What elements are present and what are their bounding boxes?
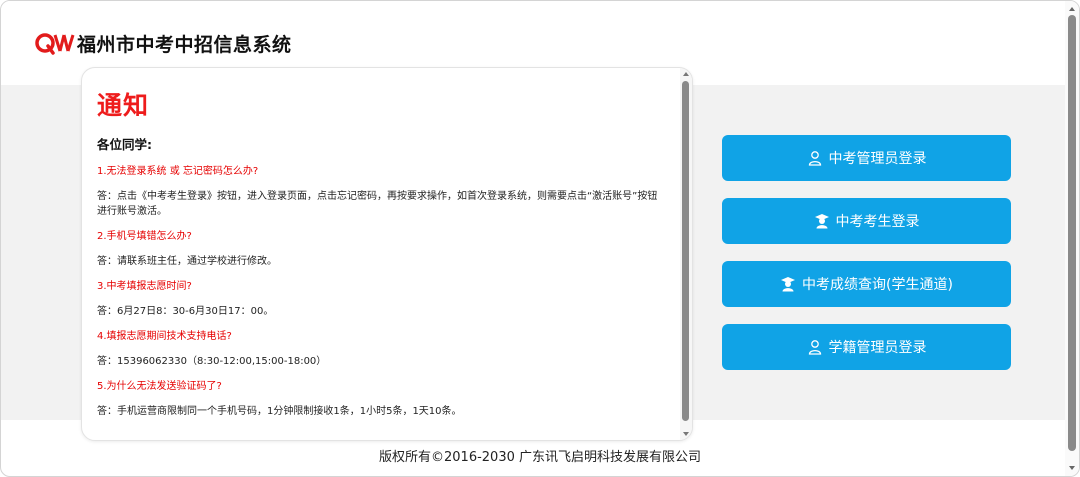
faq-question: 4.填报志愿期间技术支持电话? xyxy=(97,331,232,342)
faq-answer: 答：6月27日8：30-6月30日17：00。 xyxy=(97,306,274,317)
graduate-icon xyxy=(781,277,796,292)
faq-question: 1.无法登录系统 或 忘记密码怎么办? xyxy=(97,166,259,177)
notice-greeting: 各位同学: xyxy=(97,137,152,152)
scroll-up-arrow-icon[interactable] xyxy=(683,72,689,76)
scroll-down-arrow-icon[interactable] xyxy=(683,432,689,436)
faq-answer: 答：手机运营商限制同一个手机号码，1分钟限制接收1条，1小时5条，1天10条。 xyxy=(97,406,462,417)
admin-login-label: 中考管理员登录 xyxy=(828,151,927,167)
scroll-down-arrow-icon[interactable] xyxy=(1069,466,1075,470)
page-scrollbar[interactable] xyxy=(1065,1,1079,476)
score-query-button[interactable]: 中考成绩查询(学生通道) xyxy=(722,261,1011,307)
faq-question: 3.中考填报志愿时间? xyxy=(97,281,192,292)
graduate-icon xyxy=(814,214,829,229)
student-login-label: 中考考生登录 xyxy=(835,214,920,230)
registry-admin-login-button[interactable]: 学籍管理员登录 xyxy=(722,324,1011,370)
site-title: 福州市中考中招信息系统 xyxy=(77,34,292,56)
notice-content: 通知 各位同学: 1.无法登录系统 或 忘记密码怎么办? 答：点击《中考考生登录… xyxy=(97,86,667,419)
faq-question: 2.手机号填错怎么办? xyxy=(97,231,192,242)
brand-logo-icon xyxy=(35,33,75,55)
notice-panel[interactable]: 通知 各位同学: 1.无法登录系统 或 忘记密码怎么办? 答：点击《中考考生登录… xyxy=(81,67,693,441)
faq-question: 5.为什么无法发送验证码了? xyxy=(97,381,222,392)
score-query-label: 中考成绩查询(学生通道) xyxy=(802,277,953,293)
admin-login-button[interactable]: 中考管理员登录 xyxy=(722,135,1011,181)
faq-answer: 答：点击《中考考生登录》按钮，进入登录页面，点击忘记密码，再按要求操作，如首次登… xyxy=(97,191,658,217)
browser-window: 福州市中考中招信息系统 通知 各位同学: 1.无法登录系统 或 忘记密码怎么办?… xyxy=(0,0,1080,477)
notice-scrollbar[interactable] xyxy=(680,68,692,440)
user-icon xyxy=(808,340,821,355)
faq-answer: 答：15396062330（8:30-12:00,15:00-18:00） xyxy=(97,356,327,367)
student-login-button[interactable]: 中考考生登录 xyxy=(722,198,1011,244)
page-scroll-thumb[interactable] xyxy=(1068,15,1076,451)
faq-answer: 答：请联系班主任，通过学校进行修改。 xyxy=(97,256,277,267)
scroll-up-arrow-icon[interactable] xyxy=(1069,7,1075,11)
user-icon xyxy=(808,151,821,166)
copyright-footer: 版权所有©2016-2030 广东讯飞启明科技发展有限公司 xyxy=(379,450,701,465)
registry-admin-login-label: 学籍管理员登录 xyxy=(828,340,927,356)
notice-title: 通知 xyxy=(97,91,150,120)
notice-scroll-thumb[interactable] xyxy=(682,81,689,421)
